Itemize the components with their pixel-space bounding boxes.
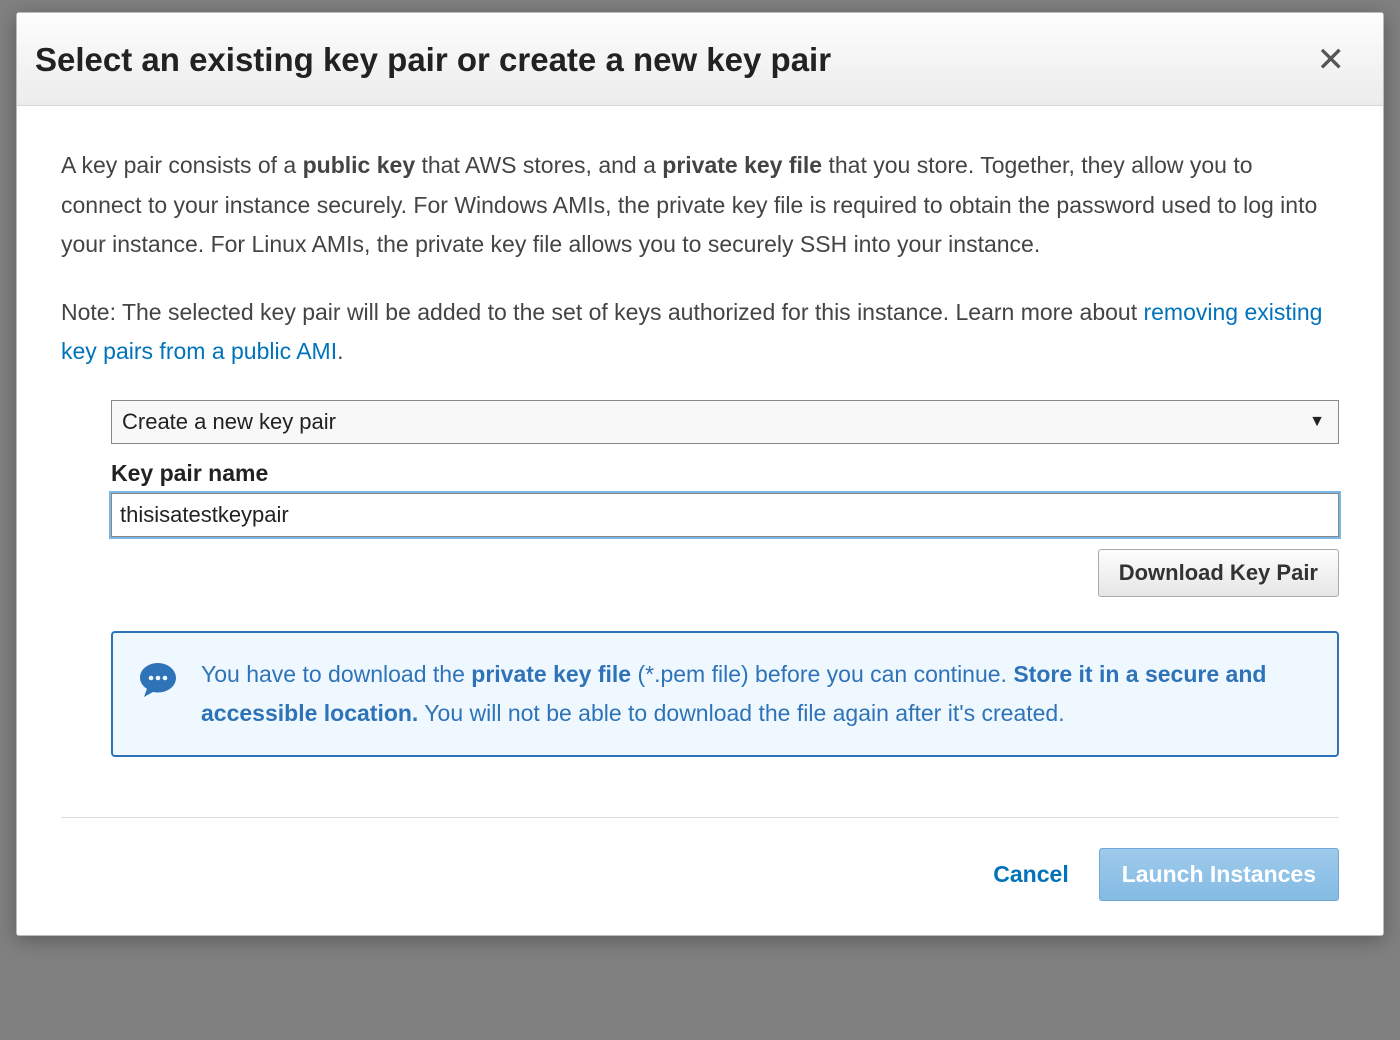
keypair-name-input[interactable]: [111, 493, 1339, 537]
modal-title: Select an existing key pair or create a …: [35, 41, 831, 79]
text-bold: private key file: [662, 152, 822, 178]
download-keypair-button[interactable]: Download Key Pair: [1098, 549, 1339, 597]
keypair-action-select-wrap: Create a new key pair ▼: [111, 400, 1339, 444]
modal-header: Select an existing key pair or create a …: [17, 13, 1383, 106]
download-row: Download Key Pair: [111, 549, 1339, 597]
text-bold: public key: [303, 152, 415, 178]
text: that AWS stores, and a: [415, 152, 662, 178]
cancel-button[interactable]: Cancel: [993, 861, 1068, 888]
description-paragraph-2: Note: The selected key pair will be adde…: [61, 293, 1339, 372]
text: Note: The selected key pair will be adde…: [61, 299, 1143, 325]
text: You will not be able to download the fil…: [418, 700, 1064, 726]
text: A key pair consists of a: [61, 152, 303, 178]
info-text: You have to download the private key fil…: [201, 655, 1311, 732]
form-area: Create a new key pair ▼ Key pair name Do…: [111, 400, 1339, 757]
modal-footer: Cancel Launch Instances: [61, 817, 1339, 935]
text: (*.pem file) before you can continue.: [631, 661, 1013, 687]
info-callout: You have to download the private key fil…: [111, 631, 1339, 756]
keypair-modal: Select an existing key pair or create a …: [16, 12, 1384, 936]
launch-instances-button[interactable]: Launch Instances: [1099, 848, 1339, 901]
keypair-name-label: Key pair name: [111, 454, 1339, 494]
keypair-action-select[interactable]: Create a new key pair: [111, 400, 1339, 444]
close-icon[interactable]: ✕: [1311, 43, 1352, 77]
description-paragraph-1: A key pair consists of a public key that…: [61, 146, 1339, 265]
modal-body: A key pair consists of a public key that…: [17, 106, 1383, 789]
text: You have to download the: [201, 661, 471, 687]
speech-bubble-icon: [137, 659, 179, 701]
text-bold: private key file: [471, 661, 631, 687]
text: .: [337, 338, 343, 364]
